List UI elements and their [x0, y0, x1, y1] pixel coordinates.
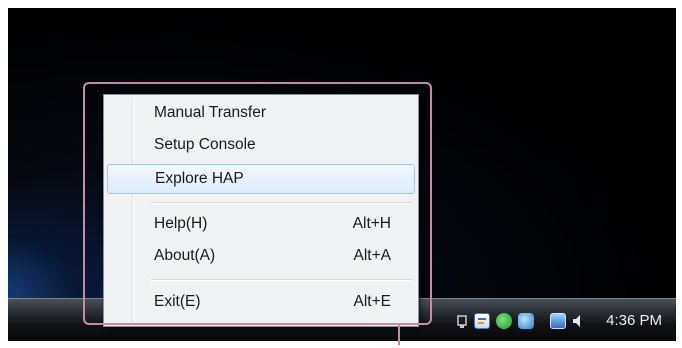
- network-icon[interactable]: [456, 313, 468, 329]
- monitor-icon[interactable]: [550, 312, 567, 329]
- callout-highlight-box: [83, 82, 432, 325]
- sync-icon[interactable]: [496, 312, 513, 329]
- app-icon[interactable]: [518, 312, 535, 329]
- speaker-icon[interactable]: [572, 313, 584, 329]
- clock[interactable]: 4:36 PM: [606, 312, 662, 329]
- callout-pointer-line: [398, 325, 400, 345]
- notes-icon[interactable]: [474, 312, 491, 329]
